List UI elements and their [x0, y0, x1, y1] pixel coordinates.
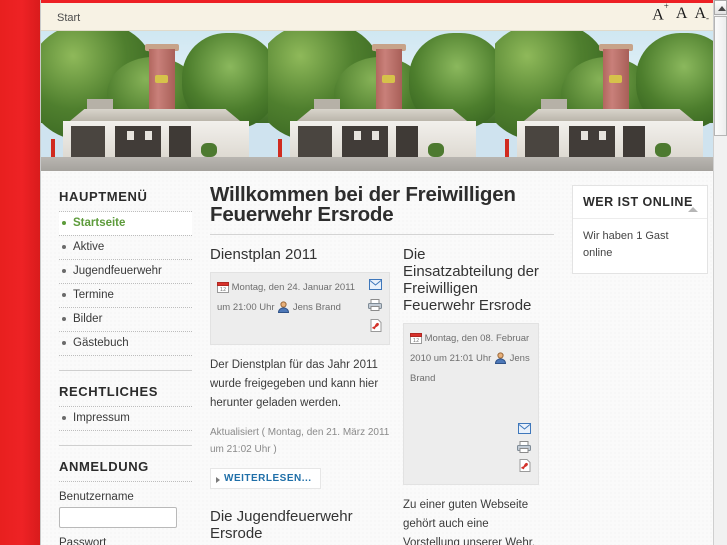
content-column: Willkommen bei der Freiwilligen Feuerweh…: [206, 171, 568, 545]
sidebar-item-impressum[interactable]: Impressum: [59, 406, 192, 431]
article-title: Die Jugendfeuerwehr Ersrode: [210, 508, 353, 542]
sidebar-item-startseite[interactable]: Startseite: [59, 211, 192, 236]
pdf-icon[interactable]: [370, 319, 382, 338]
article-meta-time: 21:01 Uhr: [449, 353, 492, 364]
legal-menu-list: Impressum: [59, 406, 192, 431]
sidebar-link-jugendfeuerwehr[interactable]: Jugendfeuerwehr: [59, 260, 192, 283]
sidebar-link-gaestebuch[interactable]: Gästebuch: [59, 332, 192, 355]
who-is-online-body: Wir haben 1 Gast online: [583, 230, 669, 259]
user-icon: [277, 301, 290, 319]
sidebar-item-gaestebuch[interactable]: Gästebuch: [59, 332, 192, 356]
email-icon[interactable]: [518, 423, 531, 440]
article-columns: Dienstplan 2011 12 Montag, den 24. Janua…: [210, 246, 554, 545]
login-title: ANMELDUNG: [59, 459, 149, 474]
email-icon[interactable]: [369, 279, 382, 296]
sidebar-link-impressum[interactable]: Impressum: [59, 407, 192, 430]
article-meta-box: 12 Montag, den 24. Januar 2011 um 21:00 …: [210, 272, 390, 345]
article-title: Dienstplan 2011: [210, 246, 318, 263]
svg-text:12: 12: [413, 338, 419, 344]
who-is-online-title-text: WER IST ONLINE: [583, 195, 693, 209]
left-sidebar: HAUPTMENÜ Startseite Aktive Jugendfeuerw…: [41, 171, 206, 545]
header-photo-tile: [495, 31, 714, 171]
collapse-caret-icon[interactable]: [688, 207, 698, 212]
article-meta-author: Jens Brand: [292, 302, 341, 313]
sidebar-item-termine[interactable]: Termine: [59, 284, 192, 308]
password-label: Passwort: [59, 537, 107, 545]
font-decrease-letter: A: [694, 5, 706, 22]
legal-menu-title: RECHTLICHES: [59, 384, 159, 399]
site-container: Start A+ A A- HAUPTMENÜ Startseite Aktiv…: [40, 0, 714, 545]
login-rule: [59, 481, 192, 482]
header-photo-tile: [41, 31, 268, 171]
article-body: Der Dienstplan für das Jahr 2011 wurde f…: [210, 356, 390, 413]
sidebar-link-bilder[interactable]: Bilder: [59, 308, 192, 331]
header-photo-strip: [41, 31, 714, 171]
sidebar-divider-2: [59, 445, 192, 446]
article-meta-box: 12 Montag, den 08. Februar 2010 um 21:01…: [403, 323, 539, 485]
page-title: Willkommen bei der Freiwilligen Feuerweh…: [210, 183, 516, 226]
font-size-controls: A+ A A-: [652, 2, 709, 24]
user-icon: [494, 352, 507, 370]
scrollbar-thumb[interactable]: [714, 16, 727, 136]
main-menu-list: Startseite Aktive Jugendfeuerwehr Termin…: [59, 211, 192, 356]
font-reset-button[interactable]: A: [676, 6, 688, 22]
sidebar-link-startseite[interactable]: Startseite: [59, 212, 192, 235]
article-title: Die Einsatzabteilung der Freiwilligen Fe…: [403, 246, 539, 314]
sidebar-item-jugendfeuerwehr[interactable]: Jugendfeuerwehr: [59, 260, 192, 284]
sidebar-item-aktive[interactable]: Aktive: [59, 236, 192, 260]
calendar-icon: 12: [410, 332, 422, 350]
article-body: Zu einer guten Webseite gehört auch eine…: [403, 499, 536, 545]
chevron-up-icon: [718, 6, 726, 11]
print-icon[interactable]: [368, 299, 382, 317]
sidebar-link-termine[interactable]: Termine: [59, 284, 192, 307]
font-increase-button[interactable]: A+: [652, 2, 669, 24]
font-increase-plus: +: [663, 1, 669, 11]
scrollbar-up-button[interactable]: [714, 0, 727, 15]
font-decrease-minus: -: [706, 13, 709, 24]
pdf-icon[interactable]: [519, 459, 531, 478]
header-photo-tile: [268, 31, 495, 171]
font-decrease-button[interactable]: A-: [694, 6, 709, 24]
font-increase-letter: A: [652, 6, 664, 24]
page-title-rule: [210, 234, 554, 235]
article-einsatzabteilung: Die Einsatzabteilung der Freiwilligen Fe…: [403, 246, 539, 545]
who-is-online-panel: WER IST ONLINE Wir haben 1 Gast online: [572, 185, 708, 274]
article-icon-row: [217, 319, 382, 338]
article-icon-row: [410, 421, 531, 478]
nav-item-start[interactable]: Start: [57, 12, 80, 24]
read-more-button[interactable]: WEITERLESEN...: [210, 468, 321, 489]
calendar-icon: 12: [217, 281, 229, 299]
article-meta-date: Montag, den 24. Januar 2011: [231, 282, 356, 293]
print-icon[interactable]: [517, 441, 531, 459]
vertical-scrollbar[interactable]: [713, 0, 727, 545]
main-menu-title: HAUPTMENÜ: [59, 189, 148, 204]
svg-text:12: 12: [220, 287, 226, 293]
article-dienstplan: Dienstplan 2011 12 Montag, den 24. Janua…: [210, 246, 390, 545]
article-meta-time: um 21:00 Uhr: [217, 302, 275, 313]
right-sidebar: WER IST ONLINE Wir haben 1 Gast online: [568, 171, 714, 545]
who-is-online-title: WER IST ONLINE: [573, 186, 707, 219]
sidebar-link-aktive[interactable]: Aktive: [59, 236, 192, 259]
top-bar: Start A+ A A-: [41, 0, 714, 31]
article-body-text: Der Dienstplan für das Jahr 2011 wurde f…: [210, 359, 379, 409]
username-label: Benutzername: [59, 491, 134, 503]
article-updated: Aktualisiert ( Montag, den 21. März 2011…: [210, 427, 390, 455]
sidebar-item-bilder[interactable]: Bilder: [59, 308, 192, 332]
vertical-brand-banner: www.feuerwehr-ersrode.de: [0, 0, 40, 545]
username-input[interactable]: [59, 507, 177, 528]
main-area: HAUPTMENÜ Startseite Aktive Jugendfeuerw…: [41, 171, 714, 545]
sidebar-divider-1: [59, 370, 192, 371]
topbar-red-rule: [41, 0, 714, 3]
